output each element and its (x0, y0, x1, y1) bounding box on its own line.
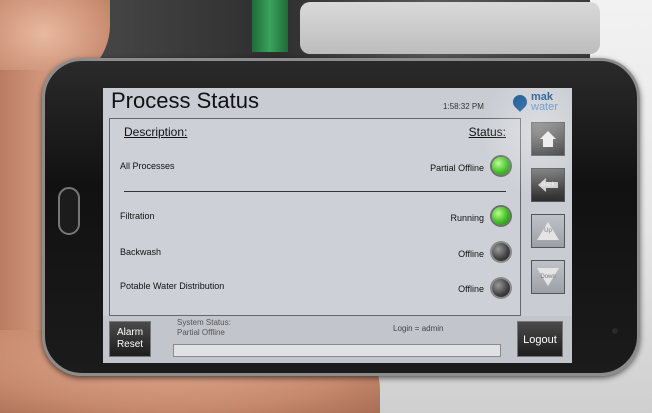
water-drop-icon (510, 92, 530, 112)
status-lamp-icon (492, 157, 510, 175)
home-button[interactable] (531, 122, 565, 156)
row-status-all-processes: Partial Offline (430, 163, 484, 173)
row-status-potable-water: Offline (458, 284, 484, 294)
row-label-backwash: Backwash (120, 247, 162, 257)
login-info: Login = admin (393, 324, 444, 333)
process-status-panel: Description: Status: All Processes Parti… (109, 118, 521, 316)
page-title: Process Status (111, 88, 259, 113)
status-lamp-icon (492, 207, 510, 225)
row-label-potable-water: Potable Water Distribution (120, 281, 225, 291)
up-label: Up (544, 228, 552, 234)
phone-home-button[interactable] (58, 187, 80, 235)
row-status-filtration: Running (450, 213, 484, 223)
row-status-backwash: Offline (458, 249, 484, 259)
logo-text-water: water (531, 101, 558, 113)
description-header: Description: (124, 125, 188, 139)
status-lamp-icon (492, 279, 510, 297)
alarm-reset-label-line2: Reset (116, 339, 144, 350)
down-label: Down (540, 274, 556, 280)
system-status-value: Partial Offline (177, 328, 225, 337)
hand-palm (0, 70, 48, 350)
home-icon (540, 131, 556, 147)
company-logo: mak water (510, 91, 569, 115)
system-status-label: System Status: (177, 318, 231, 327)
message-bar (173, 344, 501, 357)
row-label-all-processes: All Processes (120, 161, 175, 171)
row-label-filtration: Filtration (120, 211, 155, 221)
up-button[interactable]: Up (531, 214, 565, 248)
back-label: Back (541, 182, 555, 188)
divider (124, 191, 506, 192)
clock: 1:58:32 PM (443, 102, 484, 111)
system-status: System Status: Partial Offline (177, 318, 231, 338)
alarm-reset-button[interactable]: Alarm Reset (109, 321, 151, 357)
footer-bar: Alarm Reset System Status: Partial Offli… (103, 316, 572, 363)
back-button[interactable]: Back (531, 168, 565, 202)
status-header: Status: (468, 125, 506, 139)
background-green-object (252, 0, 288, 52)
down-button[interactable]: Down (531, 260, 565, 294)
background-light-object (300, 2, 600, 54)
alarm-reset-label-line1: Alarm (116, 327, 144, 338)
logout-button[interactable]: Logout (517, 321, 563, 357)
phone-sensor (612, 328, 618, 334)
status-lamp-icon (492, 243, 510, 261)
hmi-screen: Process Status 1:58:32 PM mak water Desc… (103, 88, 572, 363)
